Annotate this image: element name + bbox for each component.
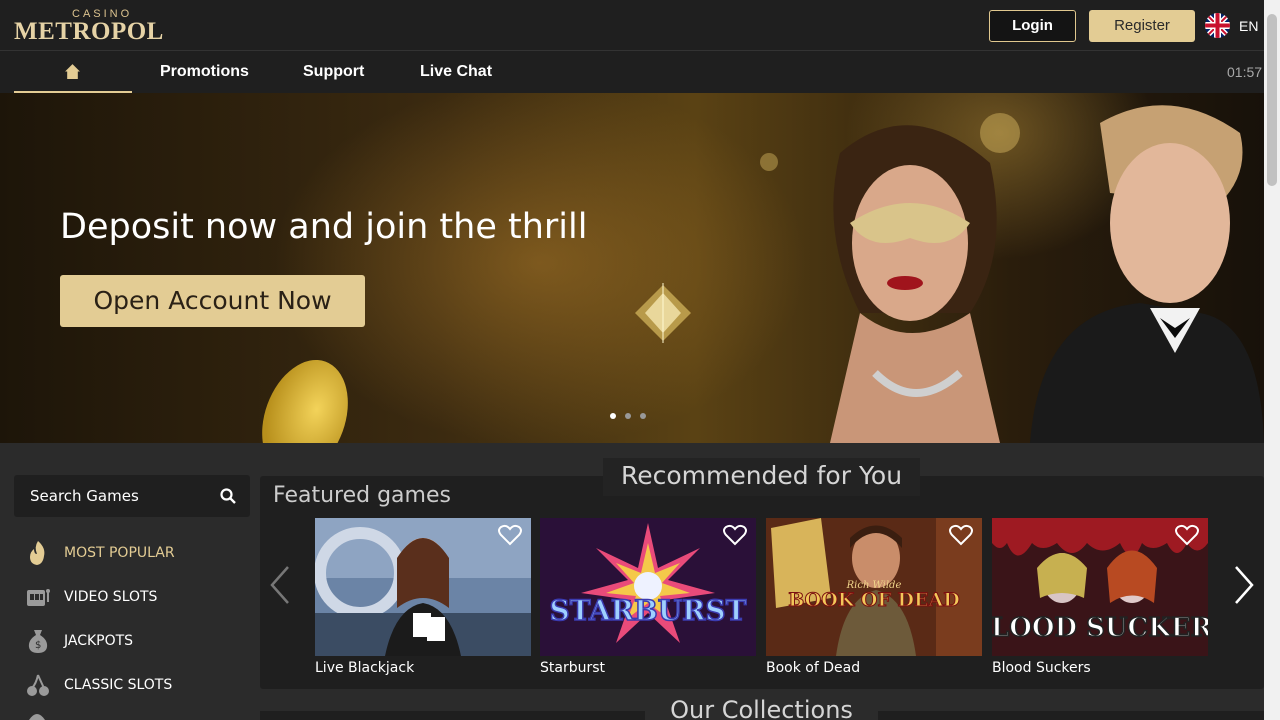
category-video-slots[interactable]: VIDEO SLOTS [24,584,250,614]
slot-machine-icon [27,589,50,606]
sidebar-next-category-icon [29,714,45,720]
language-label: EN [1239,18,1259,34]
money-bag-icon: $ [28,630,48,653]
book-of-dead-logo-text: BOOK OF DEAD [788,589,959,611]
register-button[interactable]: Register [1089,10,1195,42]
top-header: CASINO METROPOL Login Register EN [0,0,1264,50]
category-classic-slots[interactable]: CLASSIC SLOTS [24,672,250,702]
game-name[interactable]: Book of Dead [766,660,860,676]
main-nav: Promotions Support Live Chat 01:57 [0,50,1264,93]
open-account-button[interactable]: Open Account Now [60,275,365,327]
favorite-heart-icon[interactable] [723,524,747,546]
nav-support[interactable]: Support [303,63,364,81]
category-label: MOST POPULAR [64,545,175,561]
search-box [14,475,250,517]
hero-banner[interactable]: Deposit now and join the thrill Open Acc… [0,93,1264,443]
carousel-dot[interactable] [640,413,646,419]
game-tile-book-of-dead[interactable]: Rich Wilde BOOK OF DEAD [766,518,982,656]
man-in-tuxedo-image [1030,105,1264,443]
svg-text:$: $ [35,640,41,651]
search-icon[interactable] [220,488,236,504]
carousel-next-icon[interactable] [1232,565,1256,605]
cherries-icon [27,674,49,696]
favorite-heart-icon[interactable] [1175,524,1199,546]
flame-icon [30,541,45,565]
favorite-heart-icon[interactable] [498,524,522,546]
home-icon [65,64,80,79]
carousel-prev-icon[interactable] [268,565,292,605]
category-most-popular[interactable]: MOST POPULAR [24,540,250,570]
logo-metropol-text: METROPOL [14,18,164,45]
recommended-title: Recommended for You [603,458,920,496]
carousel-dot[interactable] [625,413,631,419]
hero-title: Deposit now and join the thrill [60,207,588,247]
search-input[interactable] [14,475,214,517]
category-label: CLASSIC SLOTS [64,677,173,693]
category-jackpots[interactable]: $ JACKPOTS [24,628,250,658]
game-tile-live-blackjack[interactable] [315,518,531,656]
bokeh-light [760,153,778,171]
diamond-image [635,283,691,343]
game-name[interactable]: Blood Suckers [992,660,1091,676]
game-name[interactable]: Live Blackjack [315,660,414,676]
masked-woman-image [830,125,1000,443]
starburst-logo-text: STARBURST [550,594,747,627]
nav-live-chat[interactable]: Live Chat [420,63,492,81]
login-button[interactable]: Login [989,10,1076,42]
page-scrollbar[interactable] [1264,0,1280,720]
category-label: VIDEO SLOTS [64,589,158,605]
game-tile-starburst[interactable]: STARBURST [540,518,756,656]
favorite-heart-icon[interactable] [949,524,973,546]
featured-games-title: Featured games [273,483,451,508]
nav-promotions[interactable]: Promotions [160,63,249,81]
clock: 01:57 [1227,64,1263,80]
game-tile-blood-suckers[interactable]: BLOOD SUCKERS [992,518,1208,656]
nav-home[interactable] [14,51,132,93]
category-label: JACKPOTS [64,633,134,649]
carousel-dot-active[interactable] [610,413,616,419]
scrollbar-thumb[interactable] [1267,14,1277,186]
blood-suckers-logo-text: BLOOD SUCKERS [992,613,1208,643]
casino-metropol-logo[interactable]: CASINO METROPOL [14,8,163,45]
gold-coin-image [246,347,364,443]
collections-title: Our Collections [645,695,878,720]
uk-flag-icon [1205,13,1230,38]
game-name[interactable]: Starburst [540,660,605,676]
